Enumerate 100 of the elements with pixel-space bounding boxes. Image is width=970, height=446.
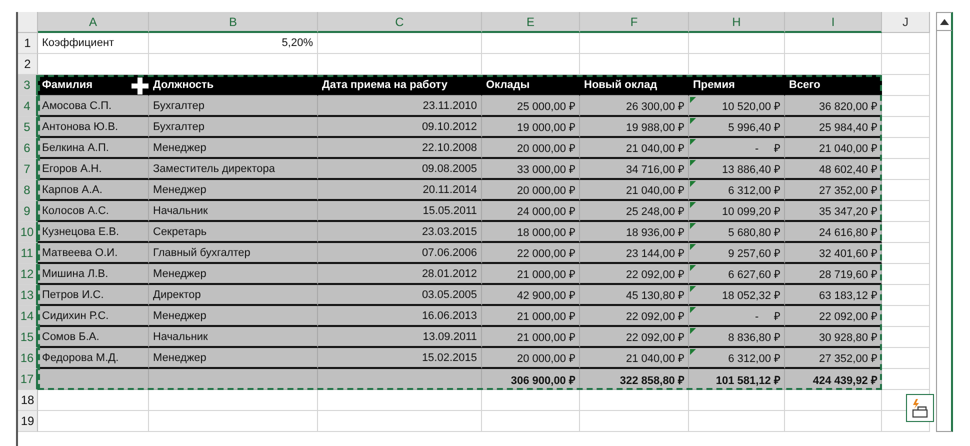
table-cell: 16.06.2013: [318, 306, 482, 327]
table-cell: Менеджер: [149, 306, 318, 327]
table-cell: Матвеева О.И.: [38, 243, 149, 264]
column-heading: Оклады: [482, 75, 580, 96]
row-header[interactable]: 11: [18, 243, 38, 264]
table-cell: 18 000,00 ₽: [482, 222, 580, 243]
table-cell: 21 040,00 ₽: [785, 138, 882, 159]
row-header[interactable]: 2: [18, 54, 38, 75]
table-cell: 27 352,00 ₽: [785, 348, 882, 369]
table-cell: 6 627,60 ₽: [689, 264, 785, 285]
row-header[interactable]: 9: [18, 201, 38, 222]
table-cell: Егоров А.Н.: [38, 159, 149, 180]
table-cell: 42 900,00 ₽: [482, 285, 580, 306]
row-header[interactable]: 5: [18, 117, 38, 138]
table-cell: 09.08.2005: [318, 159, 482, 180]
row-header[interactable]: 17: [18, 369, 38, 390]
table-cell: Карпов А.А.: [38, 180, 149, 201]
table-cell: Бухгалтер: [149, 117, 318, 138]
row-header[interactable]: 18: [18, 390, 38, 411]
table-cell: 09.10.2012: [318, 117, 482, 138]
column-header[interactable]: F: [580, 12, 689, 33]
row-header[interactable]: 1: [18, 33, 38, 54]
table-cell: 63 183,12 ₽: [785, 285, 882, 306]
table-cell: 19 988,00 ₽: [580, 117, 689, 138]
table-cell: 15.05.2011: [318, 201, 482, 222]
table-cell: 36 820,00 ₽: [785, 96, 882, 117]
table-cell: 25 984,40 ₽: [785, 117, 882, 138]
column-header[interactable]: E: [482, 12, 580, 33]
table-cell: Менеджер: [149, 138, 318, 159]
row-header[interactable]: 13: [18, 285, 38, 306]
table-cell: Менеджер: [149, 180, 318, 201]
table-cell: 22 092,00 ₽: [580, 264, 689, 285]
table-cell: 48 602,40 ₽: [785, 159, 882, 180]
table-cell: 15.02.2015: [318, 348, 482, 369]
quick-analysis-button[interactable]: [906, 394, 934, 422]
cross-cursor-icon: [131, 77, 149, 95]
table-cell: Секретарь: [149, 222, 318, 243]
table-cell: 21 040,00 ₽: [580, 180, 689, 201]
table-cell: 6 312,00 ₽: [689, 180, 785, 201]
table-cell: 28 719,60 ₽: [785, 264, 882, 285]
table-cell: Сидихин Р.С.: [38, 306, 149, 327]
table-cell: Заместитель директора: [149, 159, 318, 180]
table-cell: 21 000,00 ₽: [482, 306, 580, 327]
table-cell: 25 248,00 ₽: [580, 201, 689, 222]
table-cell: 24 616,80 ₽: [785, 222, 882, 243]
column-header[interactable]: H: [689, 12, 785, 33]
table-cell: Колосов А.С.: [38, 201, 149, 222]
table-cell: 23.11.2010: [318, 96, 482, 117]
table-cell: 22 000,00 ₽: [482, 243, 580, 264]
table-cell: 5 680,80 ₽: [689, 222, 785, 243]
table-cell: 20 000,00 ₽: [482, 180, 580, 201]
row-header[interactable]: 16: [18, 348, 38, 369]
row-header[interactable]: 6: [18, 138, 38, 159]
table-cell: - ₽: [689, 138, 785, 159]
table-cell: 20.11.2014: [318, 180, 482, 201]
table-cell: 13 886,40 ₽: [689, 159, 785, 180]
row-header[interactable]: 3: [18, 75, 38, 96]
table-cell: 10 520,00 ₽: [689, 96, 785, 117]
column-header[interactable]: I: [785, 12, 882, 33]
table-cell: Мишина Л.В.: [38, 264, 149, 285]
row-header[interactable]: 14: [18, 306, 38, 327]
row-header[interactable]: 7: [18, 159, 38, 180]
table-cell: - ₽: [689, 306, 785, 327]
table-cell: 22 092,00 ₽: [580, 327, 689, 348]
row-header[interactable]: 19: [18, 411, 38, 432]
vertical-scrollbar[interactable]: [936, 12, 953, 432]
row-header[interactable]: 12: [18, 264, 38, 285]
row-header[interactable]: 8: [18, 180, 38, 201]
table-cell: Белкина А.П.: [38, 138, 149, 159]
table-cell: 22 092,00 ₽: [785, 306, 882, 327]
row-header[interactable]: 4: [18, 96, 38, 117]
column-heading: Всего: [785, 75, 882, 96]
table-cell: 5,20%: [149, 33, 318, 54]
table-cell: Менеджер: [149, 348, 318, 369]
table-cell: 21 000,00 ₽: [482, 327, 580, 348]
total-cell: 101 581,12 ₽: [689, 369, 785, 390]
table-cell: 25 000,00 ₽: [482, 96, 580, 117]
table-cell: Директор: [149, 285, 318, 306]
total-cell: 322 858,80 ₽: [580, 369, 689, 390]
table-cell: 21 040,00 ₽: [580, 138, 689, 159]
table-cell: 22.10.2008: [318, 138, 482, 159]
table-cell: 18 936,00 ₽: [580, 222, 689, 243]
table-cell: 24 000,00 ₽: [482, 201, 580, 222]
table-cell: Бухгалтер: [149, 96, 318, 117]
table-cell: 18 052,32 ₽: [689, 285, 785, 306]
column-heading: Должность: [149, 75, 318, 96]
table-cell: 10 099,20 ₽: [689, 201, 785, 222]
table-cell: 21 040,00 ₽: [580, 348, 689, 369]
column-header[interactable]: J: [882, 12, 930, 33]
column-header[interactable]: B: [149, 12, 318, 33]
column-header[interactable]: A: [38, 12, 149, 33]
column-header[interactable]: C: [318, 12, 482, 33]
row-header[interactable]: 15: [18, 327, 38, 348]
table-cell: 35 347,20 ₽: [785, 201, 882, 222]
table-cell: Амосова С.П.: [38, 96, 149, 117]
column-heading: Дата приема на работу: [318, 75, 482, 96]
table-cell: Начальник: [149, 201, 318, 222]
table-cell: 22 092,00 ₽: [580, 306, 689, 327]
row-header[interactable]: 10: [18, 222, 38, 243]
total-cell: 306 900,00 ₽: [482, 369, 580, 390]
